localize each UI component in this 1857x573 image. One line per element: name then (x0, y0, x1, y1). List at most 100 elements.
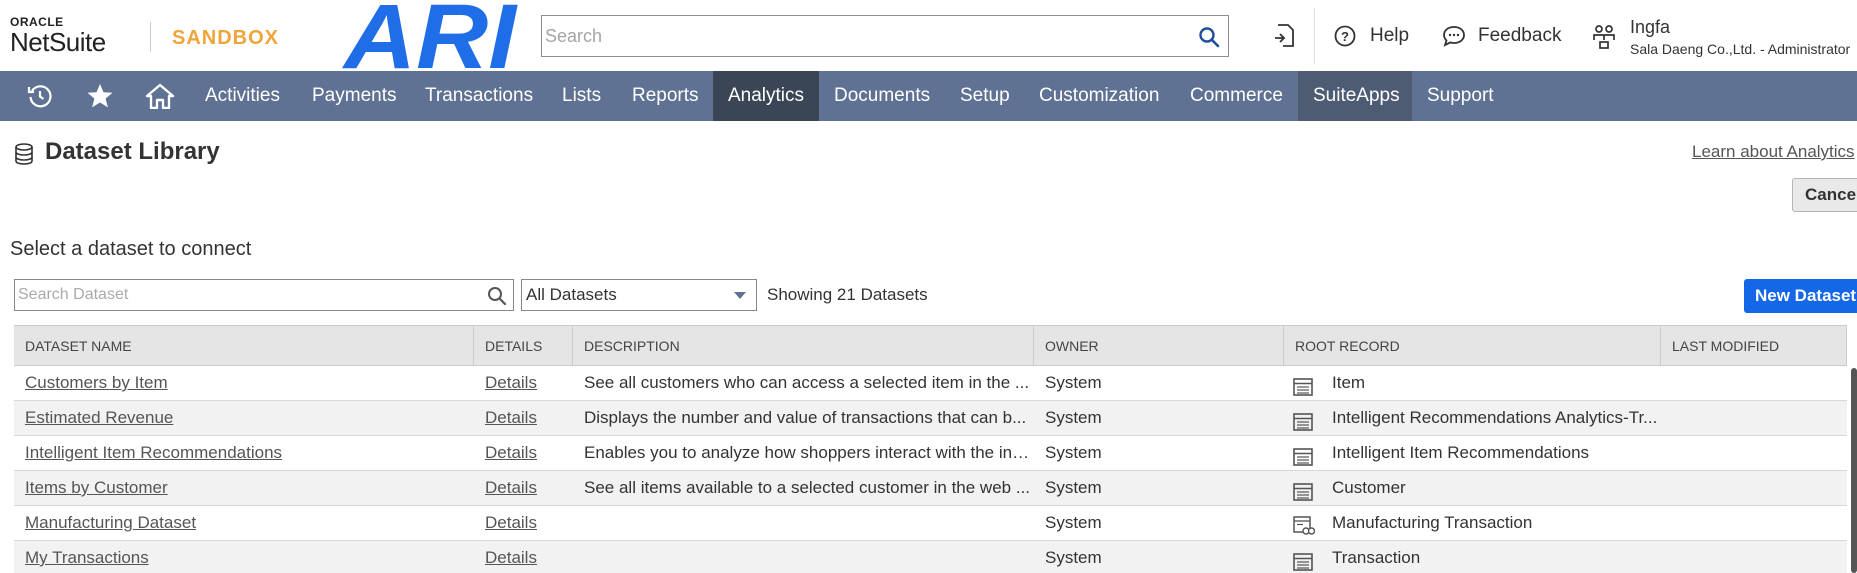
main-navigation: Activities Payments Transactions Lists R… (0, 71, 1857, 121)
page-title: Dataset Library (45, 138, 220, 165)
table-row[interactable]: Intelligent Item Recommendations Details E… (14, 436, 1847, 471)
details-link-cell[interactable]: Details (474, 436, 573, 470)
dataset-name-link[interactable]: My Transactions (25, 548, 149, 567)
dataset-name-link[interactable]: Customers by Item (25, 373, 168, 392)
recent-records-icon[interactable] (1272, 23, 1296, 49)
nav-activities[interactable]: Activities (190, 71, 295, 121)
dataset-name-link-cell[interactable]: My Transactions (14, 541, 474, 573)
dataset-last-modified (1661, 541, 1847, 573)
feedback-link[interactable]: Feedback (1478, 25, 1561, 47)
details-link-cell[interactable]: Details (474, 471, 573, 505)
user-roles-icon[interactable] (1592, 24, 1616, 50)
global-search-input[interactable] (542, 16, 1182, 56)
nav-suiteapps[interactable]: SuiteApps (1298, 71, 1412, 121)
dataset-icon (15, 143, 33, 165)
dataset-description: Enables you to analyze how shoppers inte… (584, 443, 1031, 462)
table-row[interactable]: Estimated Revenue Details Displays the num… (14, 401, 1847, 436)
dataset-name-link[interactable]: Items by Customer (25, 478, 168, 497)
recent-icon[interactable] (20, 71, 60, 121)
nav-analytics[interactable]: Analytics (713, 71, 819, 121)
table-row[interactable]: My Transactions Details System Transaction (14, 541, 1847, 573)
root-record-cell: Item (1284, 366, 1661, 400)
nav-documents[interactable]: Documents (819, 71, 945, 121)
dataset-root-record: Intelligent Recommendations Analytics-Tr… (1332, 408, 1658, 427)
nav-transactions[interactable]: Transactions (410, 71, 548, 121)
dataset-count-text: Showing 21 Datasets (767, 285, 928, 304)
details-link[interactable]: Details (485, 373, 537, 392)
dataset-description (573, 541, 1034, 573)
record-list-icon (1293, 409, 1313, 435)
help-icon[interactable]: ? (1334, 25, 1356, 47)
nav-setup[interactable]: Setup (945, 71, 1025, 121)
help-link[interactable]: Help (1370, 25, 1409, 47)
dataset-owner: System (1045, 408, 1102, 427)
dataset-name-link-cell[interactable]: Items by Customer (14, 471, 474, 505)
dataset-root-record: Manufacturing Transaction (1332, 513, 1533, 532)
new-dataset-button[interactable]: New Dataset (1744, 279, 1857, 313)
search-icon[interactable] (487, 286, 507, 306)
chevron-down-icon (734, 292, 746, 299)
table-scrollbar[interactable] (1851, 368, 1857, 573)
section-title: Select a dataset to connect (10, 238, 252, 260)
company-logo[interactable]: ARI (342, 0, 520, 71)
cancel-button[interactable]: Cancel (1792, 178, 1857, 212)
details-link[interactable]: Details (485, 443, 537, 462)
details-link-cell[interactable]: Details (474, 401, 573, 435)
dataset-root-record: Customer (1332, 478, 1406, 497)
search-icon[interactable] (1198, 26, 1220, 48)
details-link-cell[interactable]: Details (474, 366, 573, 400)
details-link-cell[interactable]: Details (474, 541, 573, 573)
home-icon[interactable] (140, 71, 180, 121)
column-header-dataset-name[interactable]: DATASET NAME (14, 326, 474, 366)
column-header-last-modified[interactable]: LAST MODIFIED (1661, 326, 1847, 366)
column-header-description[interactable]: DESCRIPTION (573, 326, 1034, 366)
dataset-description: See all customers who can access a selec… (584, 373, 1030, 392)
details-link[interactable]: Details (485, 513, 537, 532)
dataset-description: Displays the number and value of transac… (584, 408, 1027, 427)
nav-reports[interactable]: Reports (617, 71, 714, 121)
dataset-name-link[interactable]: Intelligent Item Recommendations (25, 443, 282, 462)
column-header-root-record[interactable]: ROOT RECORD (1284, 326, 1661, 366)
netsuite-logo[interactable]: ORACLE NetSuite (10, 16, 106, 56)
column-header-owner[interactable]: OWNER (1034, 326, 1284, 366)
dataset-search-input[interactable] (15, 280, 475, 310)
star-icon[interactable] (80, 71, 120, 121)
header-separator (1314, 8, 1315, 64)
nav-payments[interactable]: Payments (297, 71, 411, 121)
table-row[interactable]: Items by Customer Details See all items av… (14, 471, 1847, 506)
record-list-icon (1293, 444, 1313, 470)
record-list-icon (1293, 549, 1313, 573)
dataset-owner: System (1045, 443, 1102, 462)
dataset-name-link[interactable]: Estimated Revenue (25, 408, 173, 427)
details-link[interactable]: Details (485, 408, 537, 427)
dataset-filter-select[interactable]: All Datasets (521, 279, 757, 311)
nav-customization[interactable]: Customization (1024, 71, 1174, 121)
dataset-last-modified (1661, 366, 1847, 400)
nav-lists[interactable]: Lists (547, 71, 616, 121)
dataset-owner: System (1045, 548, 1102, 567)
table-row[interactable]: Manufacturing Dataset Details System Manufa… (14, 506, 1847, 541)
user-name[interactable]: Ingfa (1630, 17, 1670, 38)
user-role[interactable]: Sala Daeng Co.,Ltd. - Administrator (1630, 41, 1850, 57)
dataset-search-box[interactable] (14, 279, 514, 311)
global-search-box[interactable] (541, 15, 1229, 57)
root-record-cell: Customer (1284, 471, 1661, 505)
dataset-filter-value: All Datasets (526, 285, 617, 304)
nav-commerce[interactable]: Commerce (1175, 71, 1298, 121)
details-link[interactable]: Details (485, 478, 537, 497)
column-header-details[interactable]: DETAILS (474, 326, 573, 366)
table-row[interactable]: Customers by Item Details See all customer… (14, 366, 1847, 401)
dataset-name-link-cell[interactable]: Intelligent Item Recommendations (14, 436, 474, 470)
dataset-name-link-cell[interactable]: Customers by Item (14, 366, 474, 400)
dataset-name-link[interactable]: Manufacturing Dataset (25, 513, 196, 532)
dataset-last-modified (1661, 401, 1847, 435)
dataset-name-link-cell[interactable]: Estimated Revenue (14, 401, 474, 435)
record-custom-icon (1293, 514, 1316, 540)
feedback-icon[interactable] (1442, 25, 1466, 47)
dataset-description (573, 506, 1034, 540)
details-link[interactable]: Details (485, 548, 537, 567)
dataset-name-link-cell[interactable]: Manufacturing Dataset (14, 506, 474, 540)
details-link-cell[interactable]: Details (474, 506, 573, 540)
learn-about-analytics-link[interactable]: Learn about Analytics (1692, 142, 1855, 162)
nav-support[interactable]: Support (1412, 71, 1509, 121)
